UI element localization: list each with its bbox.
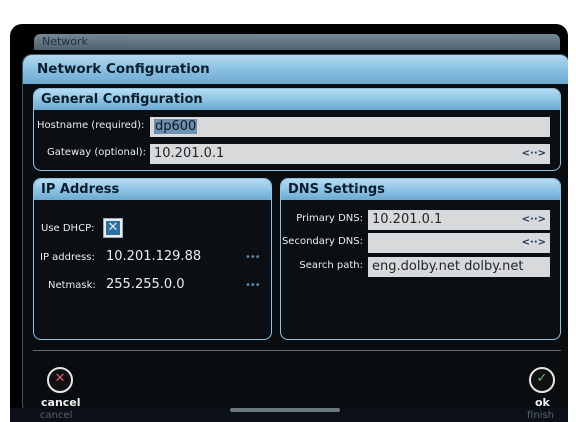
secondary-dns-edit-arrows-icon[interactable]: <··> [522, 236, 546, 249]
footer-finish[interactable]: finish [527, 410, 554, 421]
primary-dns-value: 10.201.0.1 [372, 212, 443, 227]
gateway-edit-arrows-icon[interactable]: <··> [522, 147, 546, 160]
cancel-button[interactable]: ✕ [47, 367, 73, 393]
divider [33, 350, 561, 351]
primary-dns-label: Primary DNS: [296, 213, 363, 224]
netmask-label: Netmask: [48, 280, 96, 291]
app-frame: Network Network Configuration General Co… [10, 24, 568, 422]
ip-address-title: IP Address [34, 179, 271, 200]
general-configuration-panel: General Configuration Hostname (required… [33, 88, 561, 171]
secondary-dns-field[interactable]: <··> [368, 233, 550, 253]
ip-address-edit-dots-icon[interactable]: ••• [245, 252, 261, 263]
use-dhcp-label: Use DHCP: [41, 223, 95, 234]
search-path-field[interactable]: eng.dolby.net dolby.net [368, 257, 550, 277]
search-path-label: Search path: [299, 260, 363, 271]
gateway-label: Gateway (optional): [47, 147, 147, 158]
hostname-label: Hostname (required): [37, 120, 145, 131]
bottom-handle [230, 408, 340, 412]
bottom-bar: cancel finish [10, 408, 568, 422]
background-tab-network[interactable]: Network [34, 34, 560, 50]
hostname-value: dp600 [154, 119, 198, 134]
use-dhcp-checkbox[interactable]: ✕ [103, 218, 123, 238]
network-configuration-dialog: Network Configuration General Configurat… [22, 54, 568, 414]
dns-settings-title: DNS Settings [281, 179, 560, 200]
gateway-field[interactable]: 10.201.0.1 <··> [150, 144, 550, 164]
dns-settings-panel: DNS Settings Primary DNS: 10.201.0.1 <··… [280, 178, 561, 340]
netmask-edit-dots-icon[interactable]: ••• [245, 280, 261, 291]
checkbox-check-icon: ✕ [106, 220, 120, 235]
ip-address-value: 10.201.129.88 [106, 249, 202, 264]
primary-dns-field[interactable]: 10.201.0.1 <··> [368, 210, 550, 230]
ip-address-panel: IP Address Use DHCP: ✕ IP address: 10.20… [33, 178, 272, 340]
netmask-value: 255.255.0.0 [106, 277, 185, 292]
secondary-dns-label: Secondary DNS: [281, 236, 363, 247]
footer-cancel[interactable]: cancel [40, 410, 72, 421]
primary-dns-edit-arrows-icon[interactable]: <··> [522, 213, 546, 226]
gateway-value: 10.201.0.1 [154, 146, 225, 161]
general-configuration-title: General Configuration [34, 89, 560, 110]
ip-address-label: IP address: [40, 252, 95, 263]
cancel-icon: ✕ [54, 371, 66, 386]
hostname-field[interactable]: dp600 [150, 117, 550, 137]
search-path-value: eng.dolby.net dolby.net [372, 259, 524, 274]
dialog-title: Network Configuration [23, 55, 568, 84]
ok-icon: ✓ [536, 371, 548, 386]
ok-button[interactable]: ✓ [529, 367, 555, 393]
